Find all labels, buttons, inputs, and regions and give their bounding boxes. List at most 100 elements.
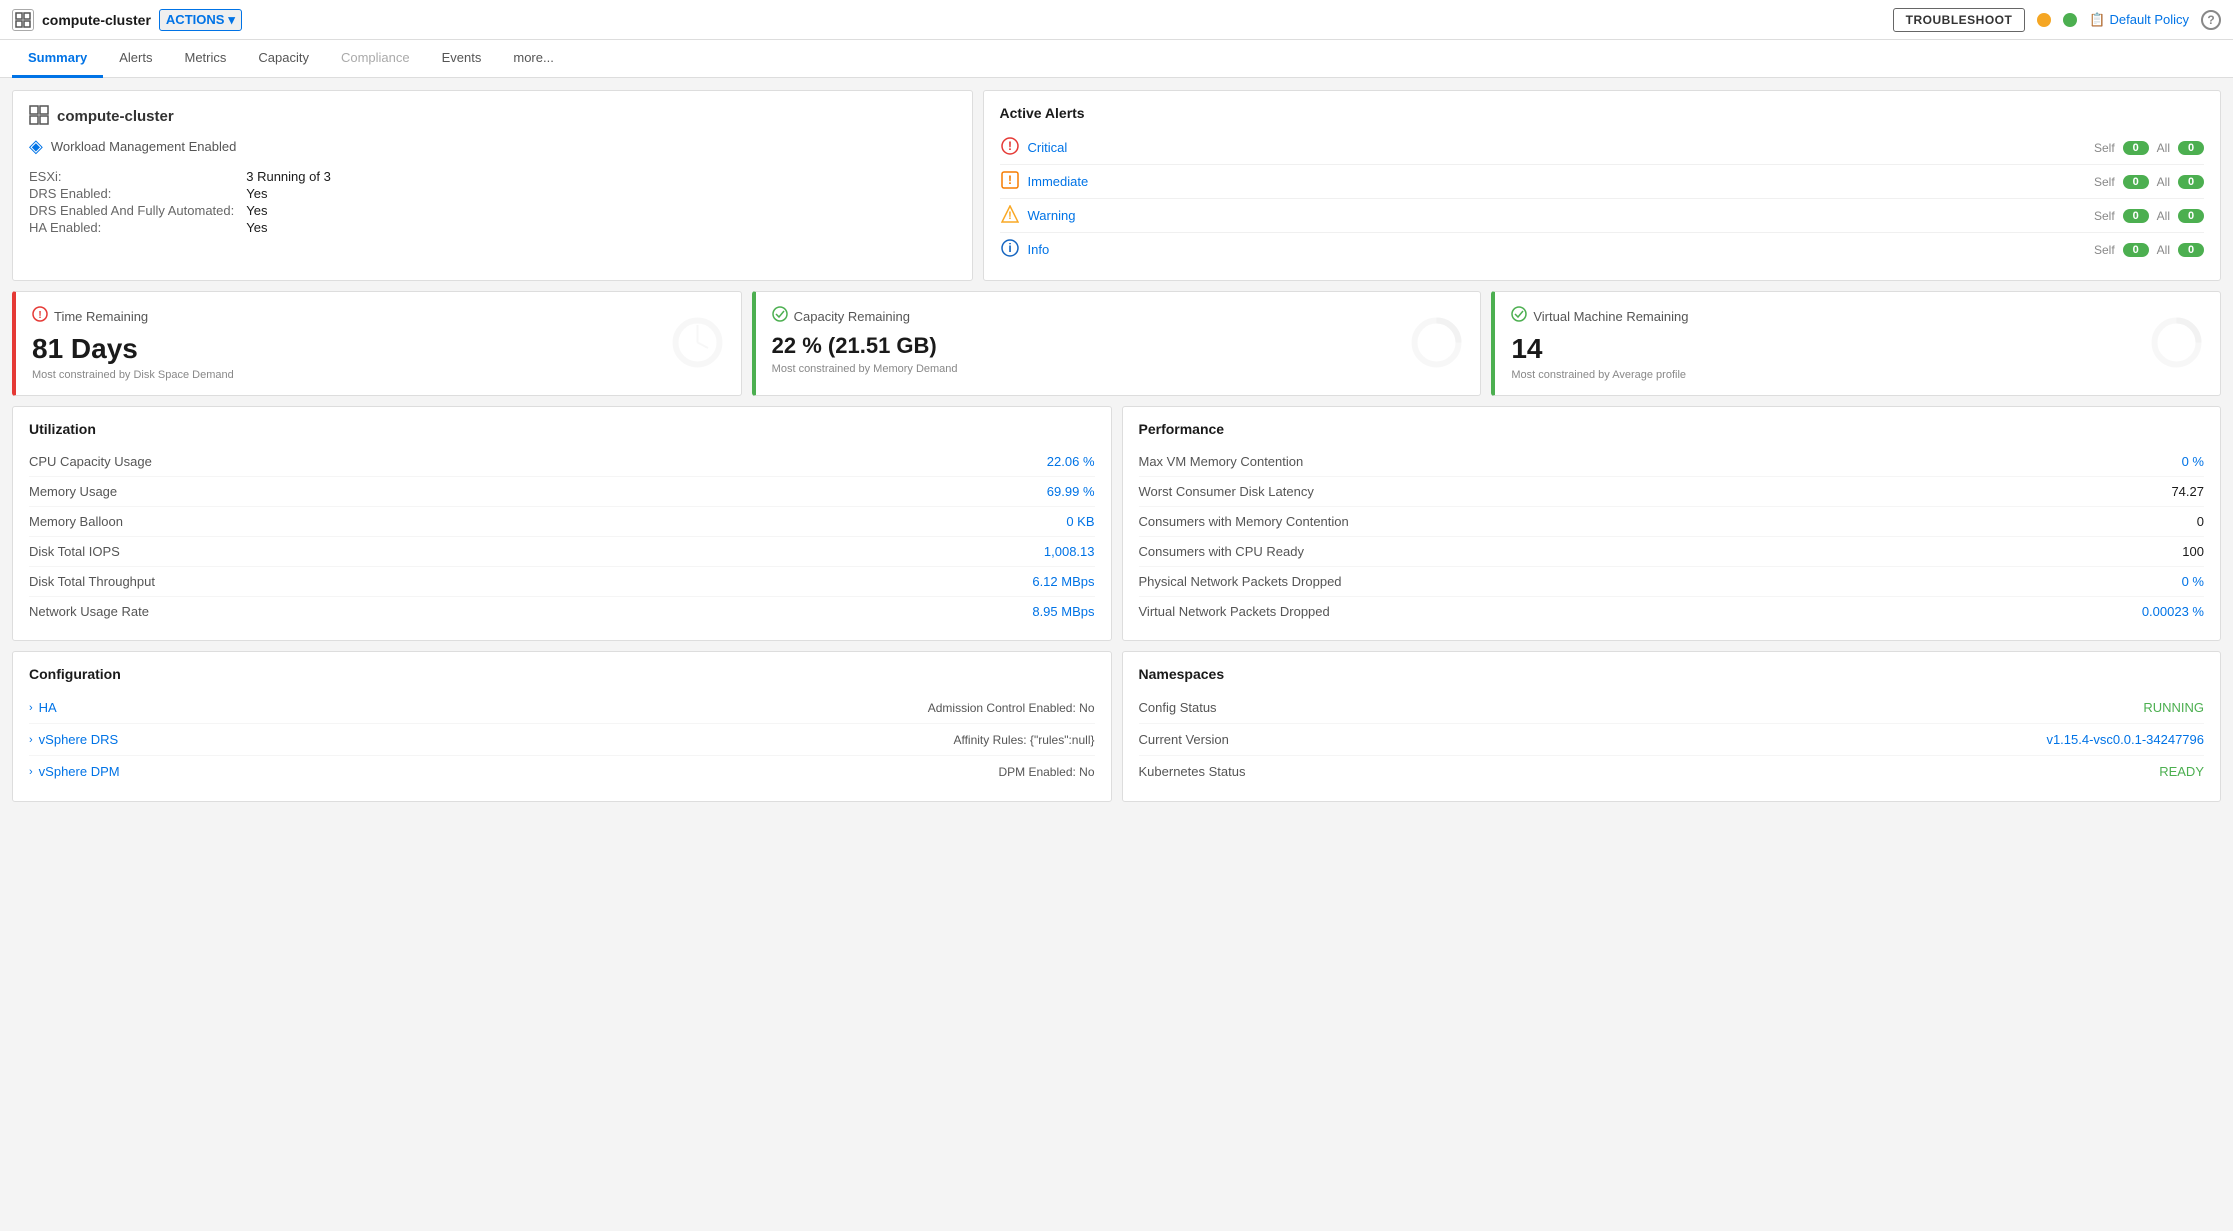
info-all-count: 0	[2178, 243, 2204, 257]
util-row-balloon: Memory Balloon 0 KB	[29, 507, 1095, 537]
config-drs-name[interactable]: vSphere DRS	[39, 732, 954, 747]
config-dpm-name[interactable]: vSphere DPM	[39, 764, 999, 779]
performance-title: Performance	[1139, 421, 2205, 437]
svg-text:!: !	[1008, 139, 1012, 153]
phys-network-value[interactable]: 0 %	[2182, 574, 2204, 589]
phys-network-label: Physical Network Packets Dropped	[1139, 574, 2182, 589]
actions-label: ACTIONS	[166, 12, 225, 27]
memory-usage-value[interactable]: 69.99 %	[1047, 484, 1095, 499]
self-label-info: Self	[2094, 243, 2115, 257]
tab-compliance: Compliance	[325, 40, 426, 78]
config-drs-value: Affinity Rules: {"rules":null}	[953, 733, 1094, 747]
virt-network-value[interactable]: 0.00023 %	[2142, 604, 2204, 619]
config-row-ha[interactable]: › HA Admission Control Enabled: No	[29, 692, 1095, 724]
time-remaining-value: 81 Days	[32, 333, 725, 365]
drs-auto-label: DRS Enabled And Fully Automated:	[29, 203, 234, 218]
all-label-info: All	[2157, 243, 2170, 257]
vm-remaining-title: Virtual Machine Remaining	[1533, 309, 1688, 324]
tab-metrics[interactable]: Metrics	[168, 40, 242, 78]
disk-latency-value: 74.27	[2171, 484, 2204, 499]
memory-usage-label: Memory Usage	[29, 484, 1047, 499]
time-remaining-header: ! Time Remaining	[32, 306, 725, 327]
alert-name-critical[interactable]: Critical	[1028, 140, 2094, 155]
alert-counts-info: Self 0 All 0	[2094, 243, 2204, 257]
tab-capacity[interactable]: Capacity	[242, 40, 325, 78]
disk-iops-value[interactable]: 1,008.13	[1044, 544, 1095, 559]
cluster-icon	[12, 9, 34, 31]
help-icon[interactable]: ?	[2201, 10, 2221, 30]
all-label-warning: All	[2157, 209, 2170, 223]
vm-remaining-sub: Most constrained by Average profile	[1511, 369, 2204, 381]
svg-text:!: !	[38, 310, 41, 321]
status-yellow-dot	[2037, 13, 2051, 27]
self-label-immediate: Self	[2094, 175, 2115, 189]
actions-button[interactable]: ACTIONS ▾	[159, 9, 242, 31]
memory-contention-value: 0	[2197, 514, 2204, 529]
disk-throughput-label: Disk Total Throughput	[29, 574, 1032, 589]
all-label-critical: All	[2157, 141, 2170, 155]
current-version-value[interactable]: v1.15.4-vsc0.0.1-34247796	[2046, 732, 2204, 747]
cpu-usage-value[interactable]: 22.06 %	[1047, 454, 1095, 469]
kubernetes-status-value[interactable]: READY	[2159, 764, 2204, 779]
alert-counts-immediate: Self 0 All 0	[2094, 175, 2204, 189]
time-remaining-chart	[670, 315, 725, 373]
main-content: compute-cluster ◈ Workload Management En…	[0, 78, 2233, 814]
ha-value: Yes	[246, 220, 955, 235]
vm-memory-label: Max VM Memory Contention	[1139, 454, 2182, 469]
network-usage-label: Network Usage Rate	[29, 604, 1032, 619]
util-row-iops: Disk Total IOPS 1,008.13	[29, 537, 1095, 567]
disk-throughput-value[interactable]: 6.12 MBps	[1032, 574, 1094, 589]
config-row-dpm[interactable]: › vSphere DPM DPM Enabled: No	[29, 756, 1095, 787]
time-remaining-title: Time Remaining	[54, 309, 148, 324]
capacity-remaining-chart	[1409, 315, 1464, 373]
vm-remaining-header: Virtual Machine Remaining	[1511, 306, 2204, 327]
util-row-memory: Memory Usage 69.99 %	[29, 477, 1095, 507]
alert-name-info[interactable]: Info	[1028, 242, 2094, 257]
esxi-label: ESXi:	[29, 169, 234, 184]
cpu-ready-value: 100	[2182, 544, 2204, 559]
namespaces-title: Namespaces	[1139, 666, 2205, 682]
tab-alerts[interactable]: Alerts	[103, 40, 168, 78]
policy-link[interactable]: 📋 Default Policy	[2089, 12, 2189, 28]
status-green-dot	[2063, 13, 2077, 27]
time-remaining-icon: !	[32, 306, 48, 327]
warning-icon: !	[1000, 205, 1020, 226]
memory-balloon-value[interactable]: 0 KB	[1066, 514, 1094, 529]
all-label-immediate: All	[2157, 175, 2170, 189]
alert-row-info: i Info Self 0 All 0	[1000, 233, 2204, 266]
metric-card-vm: Virtual Machine Remaining 14 Most constr…	[1491, 291, 2221, 396]
cpu-ready-label: Consumers with CPU Ready	[1139, 544, 2183, 559]
time-remaining-sub: Most constrained by Disk Space Demand	[32, 369, 725, 381]
ns-row-config: Config Status RUNNING	[1139, 692, 2205, 724]
cluster-header: compute-cluster	[29, 105, 956, 128]
ha-label: HA Enabled:	[29, 220, 234, 235]
top-bar-left: compute-cluster ACTIONS ▾	[12, 9, 1881, 31]
alert-name-warning[interactable]: Warning	[1028, 208, 2094, 223]
troubleshoot-button[interactable]: TROUBLESHOOT	[1893, 8, 2026, 32]
performance-card: Performance Max VM Memory Contention 0 %…	[1122, 406, 2222, 641]
config-status-label: Config Status	[1139, 700, 2144, 715]
svg-text:!: !	[1008, 210, 1012, 222]
tab-more[interactable]: more...	[497, 40, 569, 78]
perf-row-vm-memory: Max VM Memory Contention 0 %	[1139, 447, 2205, 477]
network-usage-value[interactable]: 8.95 MBps	[1032, 604, 1094, 619]
alert-name-immediate[interactable]: Immediate	[1028, 174, 2094, 189]
config-ha-name[interactable]: HA	[39, 700, 928, 715]
info-self-count: 0	[2123, 243, 2149, 257]
cluster-info-table: ESXi: 3 Running of 3 DRS Enabled: Yes DR…	[29, 169, 956, 235]
vm-memory-value[interactable]: 0 %	[2182, 454, 2204, 469]
tab-events[interactable]: Events	[426, 40, 498, 78]
config-status-value[interactable]: RUNNING	[2143, 700, 2204, 715]
disk-latency-label: Worst Consumer Disk Latency	[1139, 484, 2172, 499]
metrics-row: ! Time Remaining 81 Days Most constraine…	[12, 291, 2221, 396]
workload-row: ◈ Workload Management Enabled	[29, 136, 956, 157]
info-icon: i	[1000, 239, 1020, 260]
metric-card-capacity: Capacity Remaining 22 % (21.51 GB) Most …	[752, 291, 1482, 396]
critical-all-count: 0	[2178, 141, 2204, 155]
tab-summary[interactable]: Summary	[12, 40, 103, 78]
actions-chevron-icon: ▾	[228, 12, 235, 28]
config-row-drs[interactable]: › vSphere DRS Affinity Rules: {"rules":n…	[29, 724, 1095, 756]
alert-row-critical: ! Critical Self 0 All 0	[1000, 131, 2204, 165]
config-ha-value: Admission Control Enabled: No	[928, 701, 1095, 715]
disk-iops-label: Disk Total IOPS	[29, 544, 1044, 559]
